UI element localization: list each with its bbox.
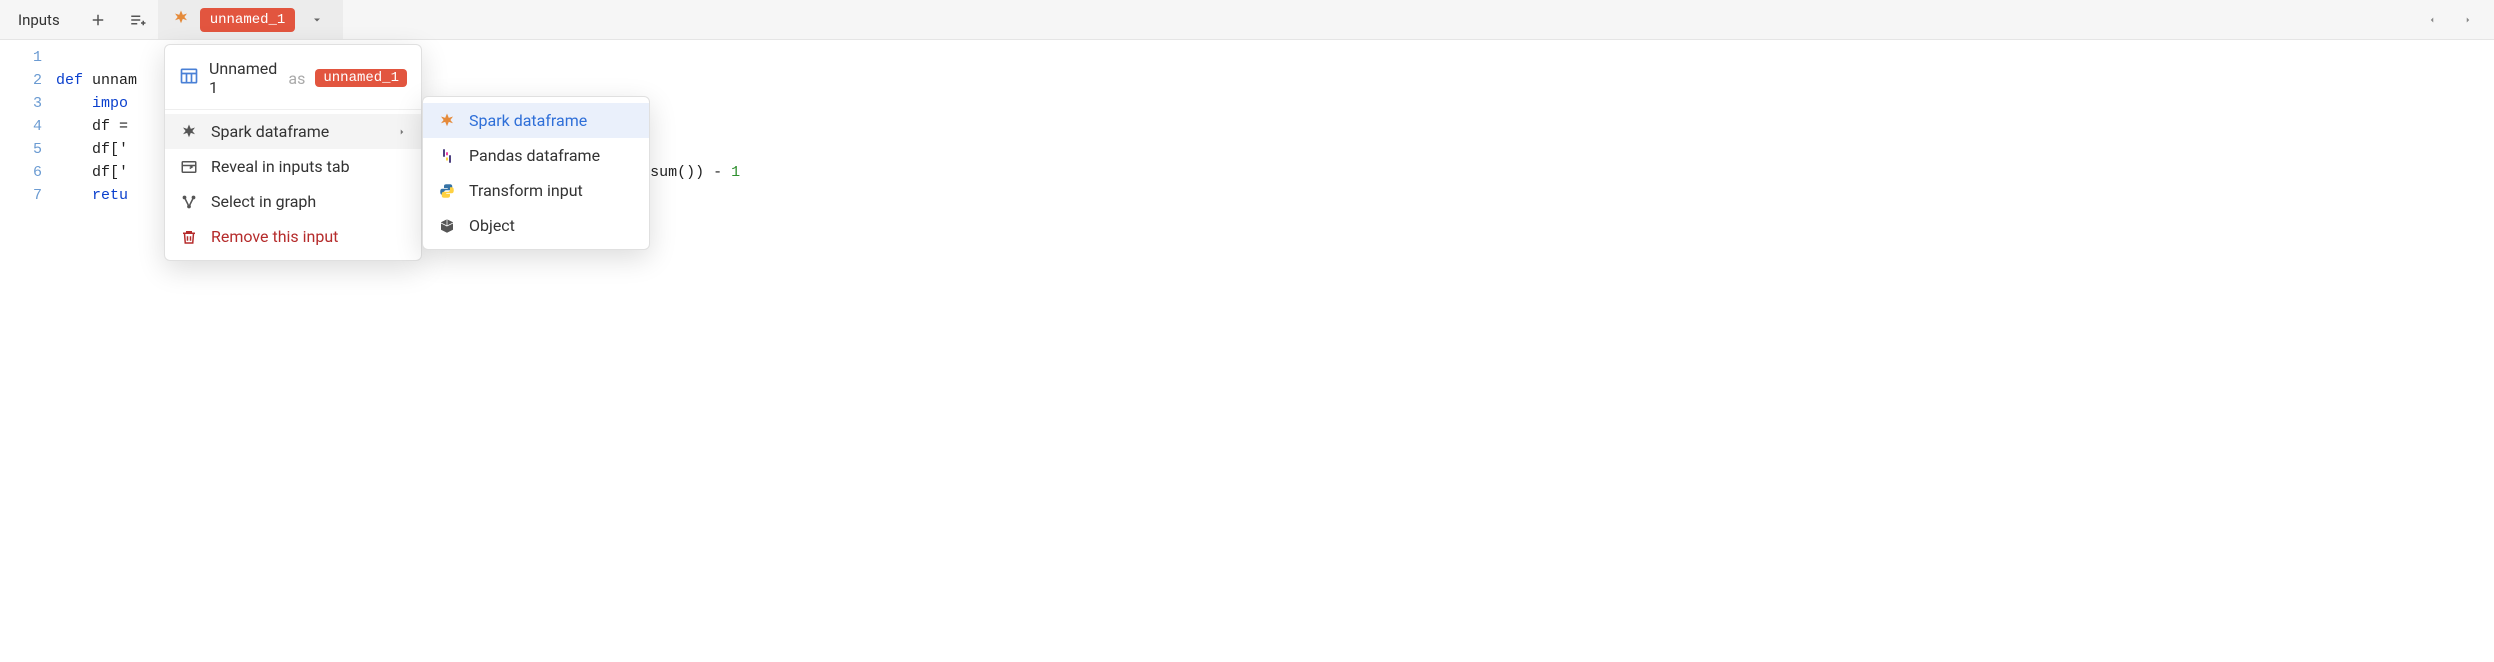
object-icon xyxy=(437,217,457,235)
menu-item-label: Reveal in inputs tab xyxy=(211,157,350,176)
line-number-gutter: 1 2 3 4 5 6 7 xyxy=(0,46,56,230)
menu-item-label: Remove this input xyxy=(211,227,338,246)
line-number: 1 xyxy=(0,46,42,69)
menu-header: Unnamed 1 as unnamed_1 xyxy=(165,51,421,105)
menu-header-as: as xyxy=(288,69,305,88)
plus-icon xyxy=(89,11,107,29)
line-number: 5 xyxy=(0,138,42,161)
line-number: 4 xyxy=(0,115,42,138)
inputs-label: Inputs xyxy=(0,0,78,39)
caret-down-icon xyxy=(311,14,323,26)
submenu-caret-icon xyxy=(397,122,407,141)
chevron-right-icon xyxy=(2463,15,2473,25)
top-toolbar: Inputs unnamed_1 xyxy=(0,0,2494,40)
menu-item-spark-dataframe[interactable]: Spark dataframe xyxy=(165,114,421,149)
input-tab-unnamed-1[interactable]: unnamed_1 xyxy=(158,0,344,39)
add-input-button[interactable] xyxy=(78,0,118,39)
menu-header-alias-chip: unnamed_1 xyxy=(315,69,407,87)
nav-prev-button[interactable] xyxy=(2414,2,2450,38)
submenu-item-transform[interactable]: Transform input xyxy=(423,173,649,208)
submenu-item-spark[interactable]: Spark dataframe xyxy=(423,103,649,138)
line-number: 7 xyxy=(0,184,42,207)
menu-item-label: Object xyxy=(469,216,515,235)
spark-icon xyxy=(179,123,199,141)
menu-header-title: Unnamed 1 xyxy=(209,59,278,97)
menu-item-remove-input[interactable]: Remove this input xyxy=(165,219,421,254)
line-number: 2 xyxy=(0,69,42,92)
list-plus-icon xyxy=(129,11,147,29)
pandas-icon xyxy=(437,147,457,165)
nav-next-button[interactable] xyxy=(2450,2,2486,38)
line-number: 6 xyxy=(0,161,42,184)
submenu-item-pandas[interactable]: Pandas dataframe xyxy=(423,138,649,173)
menu-item-label: Spark dataframe xyxy=(211,122,329,141)
spark-icon xyxy=(172,9,190,31)
menu-item-select-graph[interactable]: Select in graph xyxy=(165,184,421,219)
tab-context-menu: Unnamed 1 as unnamed_1 Spark dataframe R… xyxy=(164,44,422,261)
menu-item-label: Select in graph xyxy=(211,192,316,211)
submenu-item-object[interactable]: Object xyxy=(423,208,649,243)
spark-icon xyxy=(437,112,457,130)
menu-item-label: Pandas dataframe xyxy=(469,146,600,165)
menu-item-label: Transform input xyxy=(469,181,583,200)
add-list-input-button[interactable] xyxy=(118,0,158,39)
tab-alias-chip: unnamed_1 xyxy=(200,8,296,32)
chevron-left-icon xyxy=(2427,15,2437,25)
table-icon xyxy=(179,66,199,90)
trash-icon xyxy=(179,228,199,246)
menu-item-reveal-inputs[interactable]: Reveal in inputs tab xyxy=(165,149,421,184)
line-number: 3 xyxy=(0,92,42,115)
graph-icon xyxy=(179,193,199,211)
python-icon xyxy=(437,182,457,200)
menu-item-label: Spark dataframe xyxy=(469,111,587,130)
toolbar-left: Inputs unnamed_1 xyxy=(0,0,343,39)
toolbar-right xyxy=(2414,0,2494,39)
menu-divider xyxy=(165,109,421,110)
tab-dropdown-button[interactable] xyxy=(305,14,329,26)
reveal-icon xyxy=(179,158,199,176)
dataframe-type-submenu: Spark dataframe Pandas dataframe Transfo… xyxy=(422,96,650,250)
